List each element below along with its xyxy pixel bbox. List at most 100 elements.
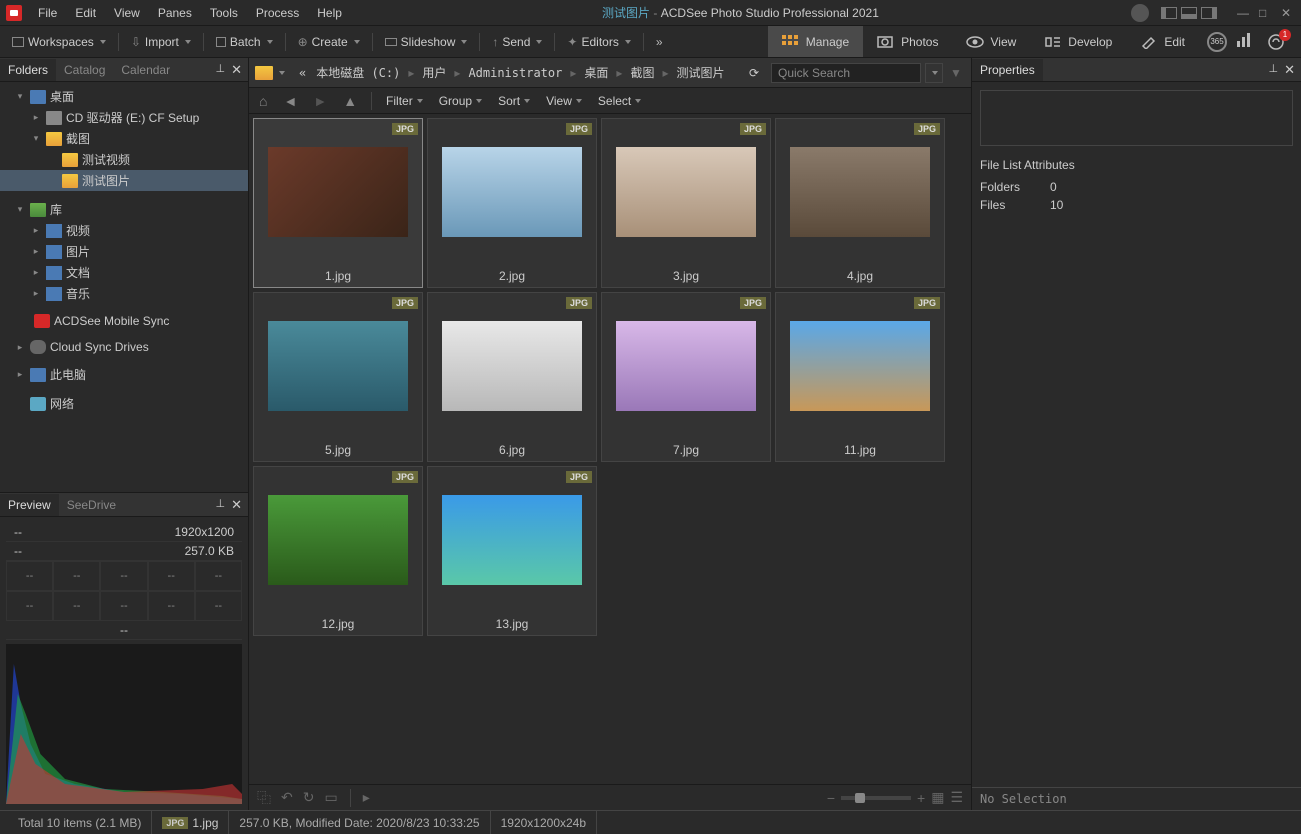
path-history-dropdown[interactable] — [279, 71, 285, 75]
tree-music[interactable]: ▸音乐 — [0, 283, 248, 304]
copy-icon[interactable]: ⿻ — [257, 788, 271, 808]
tree-library[interactable]: ▾库 — [0, 199, 248, 220]
thumbnail-item[interactable]: JPG11.jpg — [775, 292, 945, 462]
rotate-icon[interactable]: ↻ — [303, 789, 315, 806]
dashboard-icon[interactable] — [1237, 33, 1257, 51]
bc-seg[interactable]: 桌面 — [580, 62, 612, 83]
tree-network[interactable]: 网络 — [0, 393, 248, 414]
menu-edit[interactable]: Edit — [67, 3, 104, 23]
menu-panes[interactable]: Panes — [150, 3, 200, 23]
bc-seg[interactable]: 用户 — [418, 62, 450, 83]
nav-up-icon[interactable]: ▲ — [339, 91, 361, 111]
mode-edit[interactable]: Edit — [1126, 26, 1199, 57]
funnel-icon[interactable]: ▼ — [947, 63, 965, 83]
tree-thispc[interactable]: ▸此电脑 — [0, 364, 248, 385]
zoom-in-icon[interactable]: + — [917, 790, 925, 806]
mode-view[interactable]: View — [952, 26, 1030, 57]
notification-icon[interactable]: 1 — [1267, 33, 1287, 51]
create-button[interactable]: ⊕Create — [292, 31, 366, 53]
bc-seg[interactable]: 测试图片 — [672, 62, 728, 83]
tab-catalog[interactable]: Catalog — [56, 59, 113, 81]
365-icon[interactable]: 365 — [1207, 32, 1227, 52]
thumbnail-item[interactable]: JPG5.jpg — [253, 292, 423, 462]
nav-forward-icon[interactable]: ► — [309, 91, 331, 111]
workspaces-button[interactable]: Workspaces — [6, 31, 112, 53]
layout-preset-1[interactable] — [1161, 7, 1177, 19]
view-dropdown[interactable]: View — [542, 92, 586, 110]
close-panel-icon[interactable]: ✕ — [231, 497, 242, 513]
tree-mobile-sync[interactable]: ACDSee Mobile Sync — [0, 312, 248, 330]
search-input[interactable]: Quick Search — [771, 63, 921, 83]
zoom-out-icon[interactable]: − — [827, 790, 835, 806]
mode-photos[interactable]: Photos — [863, 26, 952, 57]
tree-video[interactable]: ▸视频 — [0, 220, 248, 241]
group-dropdown[interactable]: Group — [435, 92, 486, 110]
batch-button[interactable]: Batch — [210, 31, 279, 53]
view-list-icon[interactable]: ☰ — [950, 789, 963, 806]
tab-seedrive[interactable]: SeeDrive — [59, 494, 124, 516]
tree-cloud[interactable]: ▸Cloud Sync Drives — [0, 338, 248, 356]
close-panel-icon[interactable]: ✕ — [1284, 62, 1295, 78]
bc-seg[interactable]: 截图 — [626, 62, 658, 83]
thumbnail-item[interactable]: JPG3.jpg — [601, 118, 771, 288]
undo-icon[interactable]: ↶ — [281, 789, 293, 806]
menu-view[interactable]: View — [106, 3, 148, 23]
thumbnail-item[interactable]: JPG7.jpg — [601, 292, 771, 462]
tree-testimage[interactable]: 测试图片 — [0, 170, 248, 191]
pin-icon[interactable]: ⊥ — [216, 497, 226, 513]
nav-back-icon[interactable]: ◄ — [279, 91, 301, 111]
thumbnail-item[interactable]: JPG1.jpg — [253, 118, 423, 288]
menu-help[interactable]: Help — [309, 3, 350, 23]
send-button[interactable]: ↑Send — [486, 31, 548, 53]
tree-screenshots[interactable]: ▾截图 — [0, 128, 248, 149]
search-dropdown[interactable] — [925, 63, 943, 83]
mode-manage[interactable]: Manage — [768, 26, 863, 57]
mode-develop[interactable]: Develop — [1030, 26, 1126, 57]
thumbnail-item[interactable]: JPG2.jpg — [427, 118, 597, 288]
refresh-icon[interactable]: ⟳ — [741, 66, 767, 80]
nav-home-icon[interactable]: ⌂ — [255, 91, 271, 111]
tree-desktop[interactable]: ▾桌面 — [0, 86, 248, 107]
folder-tree[interactable]: ▾桌面 ▸CD 驱动器 (E:) CF Setup ▾截图 测试视频 测试图片 … — [0, 82, 248, 492]
select-dropdown[interactable]: Select — [594, 92, 645, 110]
layout-preset-3[interactable] — [1201, 7, 1217, 19]
folder-icon[interactable] — [255, 66, 273, 80]
minimize-button[interactable]: — — [1237, 6, 1251, 20]
menu-file[interactable]: File — [30, 3, 65, 23]
close-panel-icon[interactable]: ✕ — [231, 62, 242, 78]
thumbnail-grid[interactable]: JPG1.jpgJPG2.jpgJPG3.jpgJPG4.jpg JPG5.jpg… — [249, 114, 971, 784]
thumbnail-item[interactable]: JPG6.jpg — [427, 292, 597, 462]
layout-preset-2[interactable] — [1181, 7, 1197, 19]
pin-icon[interactable]: ⊥ — [216, 62, 226, 78]
sort-dropdown[interactable]: Sort — [494, 92, 534, 110]
tab-calendar[interactable]: Calendar — [113, 59, 178, 81]
tab-preview[interactable]: Preview — [0, 494, 59, 516]
close-button[interactable]: ✕ — [1281, 6, 1295, 20]
tab-properties[interactable]: Properties — [972, 59, 1043, 81]
thumbnail-item[interactable]: JPG12.jpg — [253, 466, 423, 636]
thumbnail-item[interactable]: JPG13.jpg — [427, 466, 597, 636]
maximize-button[interactable]: □ — [1259, 6, 1273, 20]
tree-pictures[interactable]: ▸图片 — [0, 241, 248, 262]
zoom-slider[interactable] — [841, 796, 911, 800]
menu-tools[interactable]: Tools — [202, 3, 246, 23]
play-icon[interactable]: ▸ — [363, 789, 370, 806]
tree-documents[interactable]: ▸文档 — [0, 262, 248, 283]
filter-dropdown[interactable]: Filter — [382, 92, 427, 110]
import-button[interactable]: ⇩Import — [125, 31, 197, 53]
user-account-icon[interactable] — [1131, 4, 1149, 22]
bc-seg[interactable]: 本地磁盘 (C:) — [312, 62, 404, 83]
editors-button[interactable]: ✦Editors — [561, 31, 636, 53]
breadcrumb[interactable]: « 本地磁盘 (C:)▸ 用户▸ Administrator▸ 桌面▸ 截图▸ … — [289, 62, 737, 83]
crop-icon[interactable]: ▭ — [324, 789, 337, 806]
menu-process[interactable]: Process — [248, 3, 307, 23]
slideshow-button[interactable]: Slideshow — [379, 31, 474, 53]
thumbnail-item[interactable]: JPG4.jpg — [775, 118, 945, 288]
view-thumbs-icon[interactable]: ▦ — [931, 789, 944, 806]
tab-folders[interactable]: Folders — [0, 59, 56, 81]
pin-icon[interactable]: ⊥ — [1269, 62, 1279, 78]
toolbar-overflow[interactable]: » — [650, 31, 669, 53]
bc-seg[interactable]: Administrator — [464, 64, 566, 82]
tree-testvideo[interactable]: 测试视频 — [0, 149, 248, 170]
tree-cd[interactable]: ▸CD 驱动器 (E:) CF Setup — [0, 107, 248, 128]
